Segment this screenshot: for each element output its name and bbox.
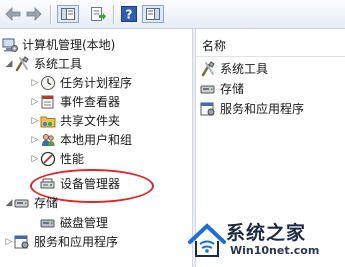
users-icon: [40, 132, 56, 148]
tree-item-label: 共享文件夹: [60, 114, 121, 128]
tree-item-task-scheduler[interactable]: ▷ 任务计划程序: [30, 73, 132, 92]
column-header-label: 名称: [202, 39, 227, 53]
device-manager-icon: [40, 176, 56, 192]
performance-icon: [40, 151, 56, 167]
list-item-label: 系统工具: [220, 62, 269, 76]
tree-item-label: 性能: [60, 152, 85, 166]
tree-item-system-tools[interactable]: ◢ 系统工具: [4, 54, 82, 73]
forward-button[interactable]: [26, 5, 42, 23]
show-tree-button[interactable]: [57, 5, 79, 23]
collapsed-arrow-icon[interactable]: ▷: [30, 111, 40, 130]
services-icon: [200, 101, 216, 117]
back-arrow-icon: [5, 7, 21, 21]
action-pane-button[interactable]: [142, 5, 164, 23]
list-item-label: 存储: [220, 82, 245, 96]
help-button[interactable]: ?: [121, 5, 137, 23]
tree-item-label: 系统工具: [34, 57, 83, 71]
tree-item-label: 服务和应用程序: [34, 235, 119, 249]
services-icon: [14, 234, 30, 250]
forward-arrow-icon: [26, 7, 42, 21]
tree-item-storage[interactable]: ◢ 存储: [4, 193, 58, 212]
help-icon: ?: [121, 6, 137, 22]
shared-folder-icon: [40, 113, 56, 129]
tools-icon: [200, 60, 216, 77]
tree-item-label: 任务计划程序: [60, 76, 133, 90]
collapsed-arrow-icon[interactable]: ▷: [30, 149, 40, 168]
tree-item-label: 磁盘管理: [60, 216, 109, 230]
console-tree-icon: [61, 8, 75, 20]
tree-item-performance[interactable]: ▷ 性能: [30, 149, 84, 168]
svg-text:?: ?: [126, 8, 133, 22]
tree-item-services-applications[interactable]: ▷ 服务和应用程序: [4, 232, 118, 251]
disk-management-icon: [40, 215, 56, 231]
tree-item-local-users-groups[interactable]: ▷ 本地用户和组: [30, 130, 132, 149]
export-list-button[interactable]: [89, 5, 107, 23]
expanded-arrow-icon[interactable]: ◢: [4, 54, 14, 73]
tree-item-label: 存储: [34, 196, 59, 210]
tools-icon: [14, 55, 30, 72]
back-button[interactable]: [5, 5, 21, 23]
tree-item-device-manager[interactable]: 设备管理器: [40, 174, 120, 193]
computer-management-icon: [2, 37, 18, 53]
watermark-url: Win10net.com: [230, 244, 320, 257]
collapsed-arrow-icon[interactable]: ▷: [4, 232, 14, 251]
storage-icon: [14, 195, 30, 211]
tree-item-computer-management[interactable]: 计算机管理(本地): [2, 35, 115, 54]
house-logo-icon: [188, 223, 226, 257]
tree-item-event-viewer[interactable]: ▷ 事件查看器: [30, 92, 120, 111]
tree-item-label: 事件查看器: [60, 95, 121, 109]
clock-icon: [40, 75, 56, 91]
collapsed-arrow-icon[interactable]: ▷: [30, 92, 40, 111]
storage-icon: [200, 81, 216, 97]
tree-item-disk-management[interactable]: 磁盘管理: [40, 213, 108, 232]
tree-item-label: 计算机管理(本地): [22, 38, 116, 52]
event-viewer-icon: [40, 94, 56, 110]
tree-item-label: 设备管理器: [60, 177, 121, 191]
list-item[interactable]: 系统工具: [200, 59, 268, 78]
column-header-name[interactable]: 名称: [196, 35, 345, 57]
export-list-icon: [91, 7, 106, 21]
list-item-label: 服务和应用程序: [220, 102, 305, 116]
watermark-title: 系统之家: [226, 222, 307, 244]
watermark: 系统之家 Win10net.com: [186, 214, 345, 267]
console-tree: 计算机管理(本地) ◢ 系统工具 ▷ 任务计划程序 ▷ 事件查看器 ▷ 共享文件…: [0, 29, 192, 267]
tree-item-label: 本地用户和组: [60, 133, 133, 147]
collapsed-arrow-icon[interactable]: ▷: [30, 73, 40, 92]
collapsed-arrow-icon[interactable]: ▷: [30, 130, 40, 149]
list-item[interactable]: 服务和应用程序: [200, 99, 304, 118]
action-pane-icon: [146, 8, 160, 20]
list-item[interactable]: 存储: [200, 79, 244, 98]
expanded-arrow-icon[interactable]: ◢: [4, 193, 14, 212]
toolbar: ?: [0, 0, 345, 29]
tree-item-shared-folders[interactable]: ▷ 共享文件夹: [30, 111, 120, 130]
